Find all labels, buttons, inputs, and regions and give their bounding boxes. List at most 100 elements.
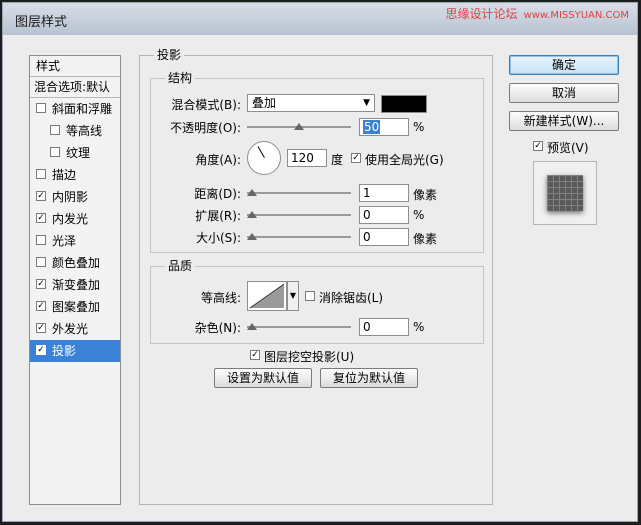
contour-picker[interactable]: [247, 281, 287, 311]
antialias-checkbox[interactable]: [305, 291, 315, 301]
inner-shadow-checkbox[interactable]: [36, 191, 46, 201]
bevel-checkbox[interactable]: [36, 103, 46, 113]
opacity-label: 不透明度(O):: [170, 121, 241, 135]
make-default-button[interactable]: 设置为默认值: [214, 368, 312, 388]
angle-dial[interactable]: [247, 141, 281, 175]
angle-unit: 度: [331, 153, 344, 167]
styles-list: 样式 混合选项:默认 斜面和浮雕 等高线 纹理 描边 内阴影: [29, 55, 121, 505]
opacity-slider[interactable]: [247, 123, 351, 131]
contour-curve-icon: [249, 283, 285, 309]
chevron-down-icon: ▼: [289, 291, 297, 300]
size-slider[interactable]: [247, 233, 351, 241]
size-input[interactable]: 0: [359, 228, 409, 246]
dialog-body: 样式 混合选项:默认 斜面和浮雕 等高线 纹理 描边 内阴影: [3, 35, 637, 521]
size-slider-track: [247, 236, 351, 238]
satin-checkbox[interactable]: [36, 235, 46, 245]
distance-slider-track: [247, 192, 351, 194]
color-overlay-checkbox[interactable]: [36, 257, 46, 267]
structure-group: 结构 混合模式(B): 叠加 ▼ 不透明度(O): 50 % 角度(A): 12…: [150, 71, 484, 253]
structure-legend: 结构: [165, 71, 196, 85]
distance-slider[interactable]: [247, 189, 351, 197]
spread-value: 0: [363, 208, 371, 222]
drop-shadow-checkbox[interactable]: [36, 345, 46, 355]
new-style-button[interactable]: 新建样式(W)...: [509, 111, 619, 131]
size-value: 0: [363, 230, 371, 244]
style-item-outer-glow[interactable]: 外发光: [30, 318, 120, 340]
style-item-label: 外发光: [52, 322, 89, 336]
style-item-label: 斜面和浮雕: [52, 102, 113, 116]
style-item-gradient-overlay[interactable]: 渐变叠加: [30, 274, 120, 296]
global-light-label: 使用全局光(G): [365, 153, 444, 167]
style-item-stroke[interactable]: 描边: [30, 164, 120, 186]
blend-mode-label: 混合模式(B):: [171, 98, 241, 112]
opacity-slider-thumb[interactable]: [294, 123, 304, 130]
angle-input[interactable]: 120: [287, 149, 327, 167]
noise-value: 0: [363, 320, 371, 334]
drop-shadow-legend: 投影: [154, 48, 185, 62]
blend-mode-select[interactable]: 叠加 ▼: [247, 94, 375, 112]
chevron-down-icon: ▼: [363, 98, 370, 108]
preview-label: 预览(V): [547, 141, 589, 155]
style-item-drop-shadow[interactable]: 投影: [30, 340, 120, 362]
style-item-texture[interactable]: 纹理: [30, 142, 120, 164]
style-item-inner-shadow[interactable]: 内阴影: [30, 186, 120, 208]
angle-label: 角度(A):: [195, 153, 241, 167]
noise-unit: %: [413, 320, 425, 334]
contour-dropdown[interactable]: ▼: [287, 281, 299, 311]
style-item-color-overlay[interactable]: 颜色叠加: [30, 252, 120, 274]
ok-button[interactable]: 确定: [509, 55, 619, 75]
contour-label: 等高线:: [200, 291, 241, 305]
spread-label: 扩展(R):: [195, 209, 241, 223]
stroke-checkbox[interactable]: [36, 169, 46, 179]
knockout-label: 图层挖空投影(U): [264, 350, 355, 364]
noise-slider[interactable]: [247, 323, 351, 331]
style-item-label: 内阴影: [52, 190, 89, 204]
opacity-unit: %: [413, 120, 425, 134]
opacity-value: 50: [363, 120, 381, 134]
blending-options-item[interactable]: 混合选项:默认: [30, 77, 120, 98]
gradient-overlay-checkbox[interactable]: [36, 279, 46, 289]
watermark-site: www.MISSYUAN.COM: [523, 10, 629, 21]
size-unit: 像素: [413, 232, 438, 246]
reset-default-button[interactable]: 复位为默认值: [320, 368, 418, 388]
knockout-checkbox[interactable]: [250, 350, 260, 360]
style-item-contour[interactable]: 等高线: [30, 120, 120, 142]
noise-input[interactable]: 0: [359, 318, 409, 336]
global-light-checkbox[interactable]: [351, 153, 361, 163]
styles-header[interactable]: 样式: [30, 56, 120, 77]
distance-value: 1: [363, 186, 371, 200]
title-bar: 图层样式 思缘设计论坛 www.MISSYUAN.COM: [3, 3, 637, 35]
opacity-input[interactable]: 50: [359, 118, 409, 136]
outer-glow-checkbox[interactable]: [36, 323, 46, 333]
texture-checkbox[interactable]: [50, 147, 60, 157]
style-item-bevel[interactable]: 斜面和浮雕: [30, 98, 120, 120]
distance-input[interactable]: 1: [359, 184, 409, 202]
spread-input[interactable]: 0: [359, 206, 409, 224]
inner-glow-checkbox[interactable]: [36, 213, 46, 223]
blend-mode-value: 叠加: [252, 96, 277, 110]
pattern-overlay-checkbox[interactable]: [36, 301, 46, 311]
watermark: 思缘设计论坛 www.MISSYUAN.COM: [446, 5, 630, 22]
quality-group: 品质 等高线: ▼ 消除锯齿(L) 杂色(N): 0 %: [150, 259, 484, 344]
style-item-label: 内发光: [52, 212, 89, 226]
style-item-pattern-overlay[interactable]: 图案叠加: [30, 296, 120, 318]
drop-shadow-panel: 投影 结构 混合模式(B): 叠加 ▼ 不透明度(O): 50 % 角度(A):…: [139, 48, 493, 505]
shadow-color-swatch[interactable]: [381, 95, 427, 113]
contour-checkbox[interactable]: [50, 125, 60, 135]
preview-thumbnail: [547, 175, 583, 211]
style-item-label: 投影: [52, 344, 77, 358]
distance-slider-thumb[interactable]: [247, 189, 257, 196]
preview-checkbox[interactable]: [533, 141, 543, 151]
style-item-label: 颜色叠加: [52, 256, 101, 270]
noise-slider-thumb[interactable]: [247, 323, 257, 330]
style-item-satin[interactable]: 光泽: [30, 230, 120, 252]
cancel-button[interactable]: 取消: [509, 83, 619, 103]
style-item-label: 渐变叠加: [52, 278, 101, 292]
size-slider-thumb[interactable]: [247, 233, 257, 240]
quality-legend: 品质: [165, 259, 196, 273]
spread-slider-thumb[interactable]: [247, 211, 257, 218]
style-item-inner-glow[interactable]: 内发光: [30, 208, 120, 230]
spread-slider[interactable]: [247, 211, 351, 219]
spread-unit: %: [413, 208, 425, 222]
style-preview: [533, 161, 597, 225]
